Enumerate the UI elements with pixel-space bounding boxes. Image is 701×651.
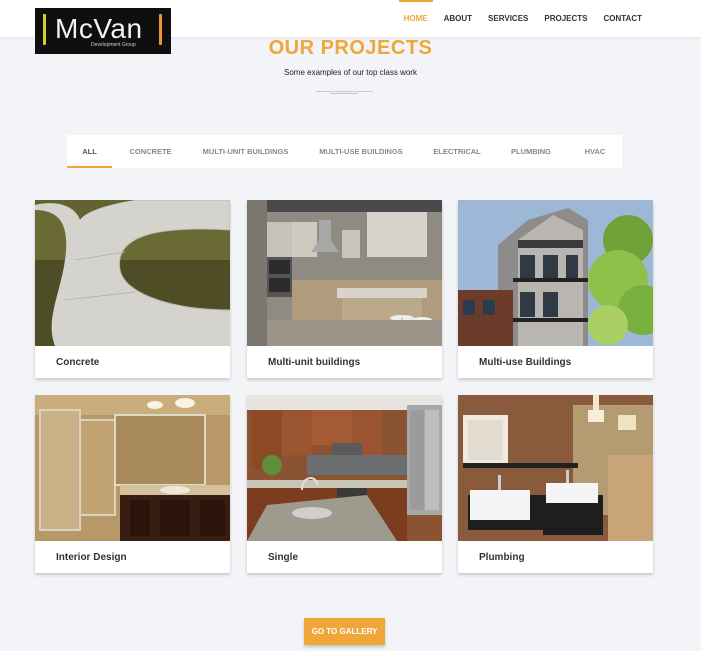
project-filter-tabs: ALL CONCRETE MULTI-UNIT BUILDINGS MULTI-… bbox=[67, 135, 622, 168]
nav-home[interactable]: HOME bbox=[396, 0, 436, 37]
section-title: OUR PROJECTS bbox=[268, 37, 433, 59]
filter-tab-multi-use[interactable]: MULTI-USE BUILDINGS bbox=[302, 135, 420, 168]
filter-tab-plumbing[interactable]: PLUMBING bbox=[494, 135, 568, 168]
project-card-label: Plumbing bbox=[479, 552, 525, 563]
filter-tab-multi-unit[interactable]: MULTI-UNIT BUILDINGS bbox=[189, 135, 302, 168]
section-subtitle: Some examples of our top class work bbox=[284, 68, 417, 77]
title-divider-short bbox=[330, 93, 358, 94]
filter-tab-electrical[interactable]: ELECTRICAL bbox=[420, 135, 494, 168]
project-card-multi-use[interactable]: Multi-use Buildings bbox=[458, 200, 653, 378]
project-card-label: Multi-use Buildings bbox=[479, 357, 572, 368]
project-card-single[interactable]: Single bbox=[247, 395, 442, 573]
filter-tab-hvac[interactable]: HVAC bbox=[568, 135, 622, 168]
modern-kitchen-photo bbox=[247, 200, 442, 346]
go-to-gallery-button[interactable]: GO TO GALLERY bbox=[304, 618, 385, 645]
filter-tab-all[interactable]: ALL bbox=[67, 135, 112, 168]
modern-bathroom-photo bbox=[458, 395, 653, 541]
wood-kitchen-photo bbox=[247, 395, 442, 541]
site-header: McVan Development Group HOME ABOUT SERVI… bbox=[0, 0, 701, 54]
nav-about[interactable]: ABOUT bbox=[436, 0, 480, 37]
main-nav: HOME ABOUT SERVICES PROJECTS CONTACT bbox=[396, 0, 650, 37]
title-divider bbox=[316, 91, 373, 92]
nav-projects[interactable]: PROJECTS bbox=[536, 0, 595, 37]
nav-services[interactable]: SERVICES bbox=[480, 0, 536, 37]
project-card-label: Concrete bbox=[56, 357, 100, 368]
project-card-plumbing[interactable]: Plumbing bbox=[458, 395, 653, 573]
concrete-walkway-photo bbox=[35, 200, 230, 346]
filter-tab-concrete[interactable]: CONCRETE bbox=[112, 135, 189, 168]
bathroom-vanity-photo bbox=[35, 395, 230, 541]
project-card-label: Interior Design bbox=[56, 552, 127, 563]
project-card-interior-design[interactable]: Interior Design bbox=[35, 395, 230, 573]
project-card-label: Single bbox=[268, 552, 299, 563]
nav-contact[interactable]: CONTACT bbox=[595, 0, 650, 37]
project-card-multi-unit[interactable]: Multi-unit buildings bbox=[247, 200, 442, 378]
project-card-label: Multi-unit buildings bbox=[268, 357, 361, 368]
project-card-concrete[interactable]: Concrete bbox=[35, 200, 230, 378]
apartment-building-photo bbox=[458, 200, 653, 346]
